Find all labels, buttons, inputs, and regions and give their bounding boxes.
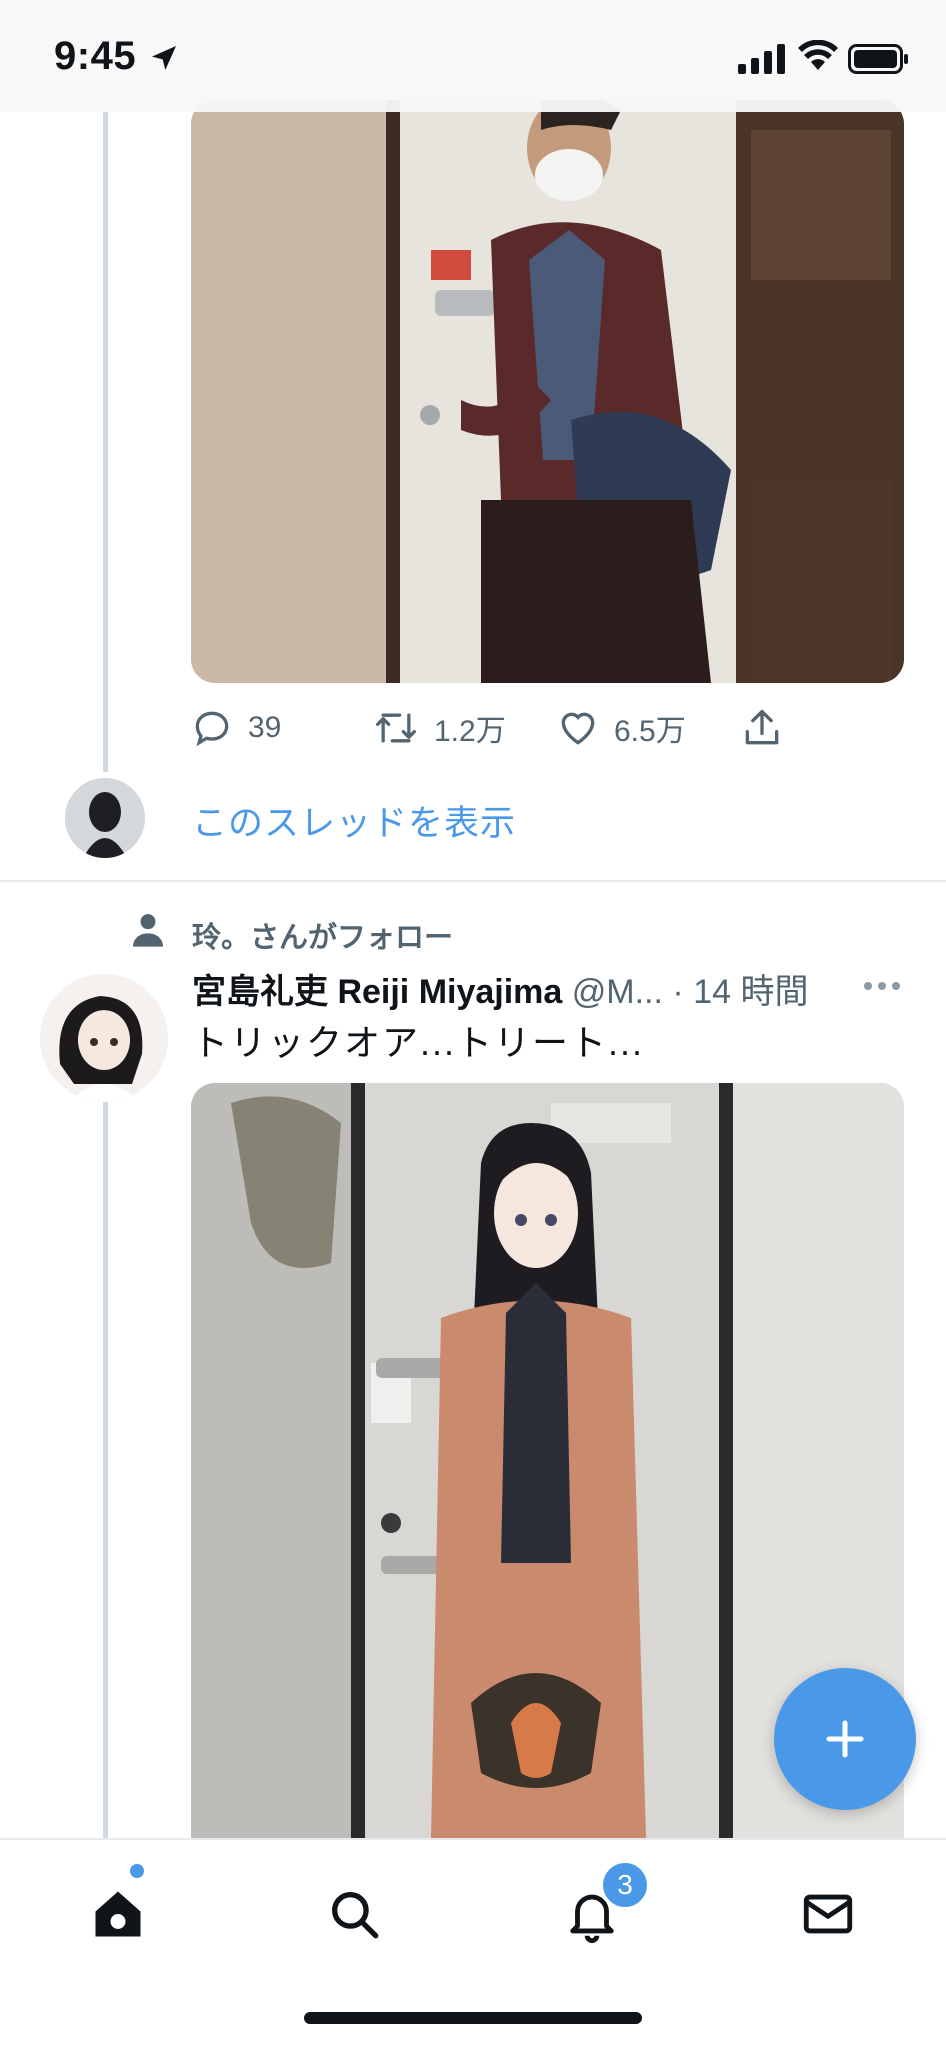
home-icon (95, 1891, 141, 1937)
author-row[interactable]: 宮島礼吏 Reiji Miyajima @M... · 14 時間 (192, 964, 912, 1014)
plus-icon (826, 1720, 864, 1758)
tweet-text: トリックオア...トリート... (192, 1022, 645, 1063)
more-icon[interactable] (862, 980, 902, 992)
home-unread-dot (130, 1864, 144, 1878)
author-name[interactable]: 宮島礼吏 Reiji Miyajima (192, 973, 562, 1011)
mail-icon (803, 1894, 853, 1934)
tab-home[interactable] (78, 1874, 158, 1954)
location-arrow-icon (152, 46, 176, 70)
search-icon (332, 1892, 379, 1939)
tweet-time[interactable]: 14 時間 (693, 973, 808, 1011)
share-button[interactable] (740, 700, 784, 756)
notification-badge: 3 (600, 1860, 650, 1910)
retweet-count: 1.2万 (434, 715, 506, 748)
reply-icon (195, 711, 229, 747)
avatar[interactable] (40, 974, 168, 1102)
heart-icon (561, 712, 595, 745)
like-button[interactable]: 6.5万 (556, 700, 686, 756)
home-indicator (304, 2012, 642, 2024)
like-count: 6.5万 (614, 715, 686, 748)
tab-bar: 3 (0, 1838, 946, 2050)
divider (0, 880, 946, 882)
battery-icon (848, 44, 908, 74)
author-handle[interactable]: @M... (572, 973, 663, 1011)
retweet-button[interactable]: 1.2万 (372, 700, 506, 756)
retweet-icon (376, 713, 416, 743)
reply-button[interactable]: 39 (190, 700, 281, 756)
wifi-icon (798, 40, 838, 70)
thread-line-lower (103, 1100, 108, 1838)
separator: · (672, 973, 684, 1011)
reply-count: 39 (248, 711, 282, 744)
tab-messages[interactable] (788, 1874, 868, 1954)
avatar[interactable] (65, 778, 145, 858)
tab-search[interactable] (314, 1874, 394, 1954)
status-time: 9:45 (54, 34, 137, 78)
person-icon (133, 914, 163, 947)
compose-button[interactable] (774, 1668, 916, 1810)
share-icon (745, 709, 779, 745)
show-thread-link[interactable]: このスレッドを表示 (192, 795, 516, 846)
tweet-photo-1[interactable] (191, 100, 904, 683)
status-bar: 9:45 (0, 0, 946, 112)
social-context: 玲。さんがフォロー (192, 922, 454, 954)
thread-line-upper (103, 112, 108, 772)
cellular-signal-icon (738, 44, 785, 74)
